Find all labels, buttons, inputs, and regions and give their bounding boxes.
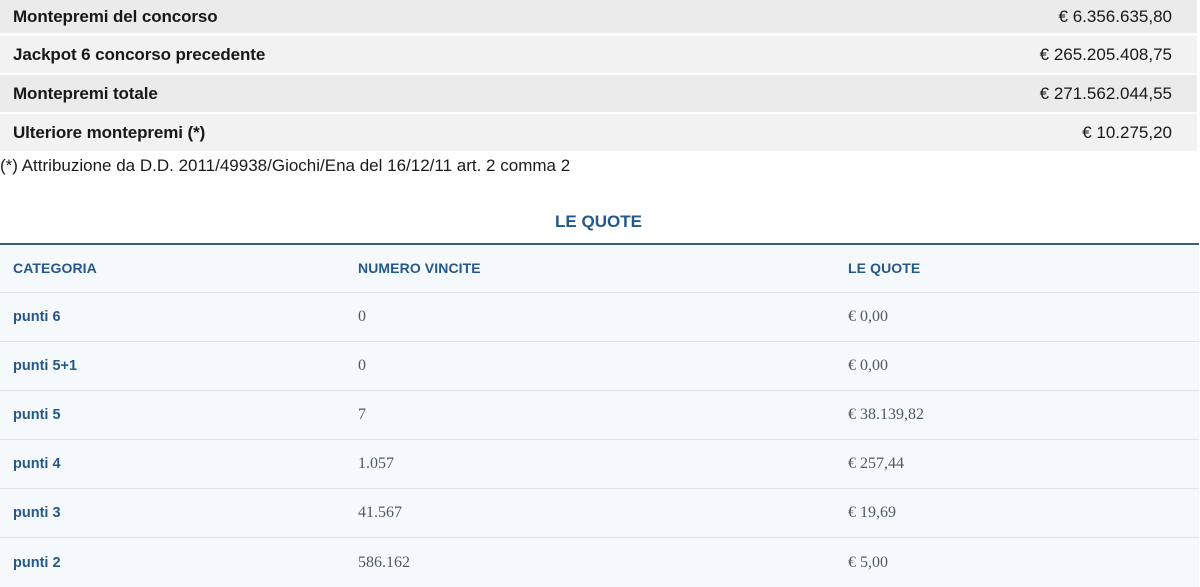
header-categoria: CATEGORIA [13,259,97,276]
quota-cell: € 19,69 [848,504,896,521]
quota-cell: € 0,00 [848,308,888,325]
quota-cell: € 257,44 [848,455,904,472]
montepremi-summary: Montepremi del concorso € 6.356.635,80 J… [0,0,1197,153]
category-cell: punti 2 [13,554,61,571]
wins-cell: 41.567 [358,504,402,521]
quote-table: CATEGORIA NUMERO VINCITE LE QUOTE punti … [0,243,1199,587]
header-numero-vincite: NUMERO VINCITE [358,259,481,276]
table-row: punti 6 0 € 0,00 [0,293,1199,342]
summary-label: Jackpot 6 concorso precedente [13,44,266,64]
quota-cell: € 5,00 [848,553,888,571]
quota-cell: € 38.139,82 [848,406,924,423]
summary-value: € 10.275,20 [1082,122,1172,142]
footnote: (*) Attribuzione da D.D. 2011/49938/Gioc… [0,156,571,175]
category-cell: punti 3 [13,505,61,521]
category-cell: punti 5+1 [13,358,78,374]
summary-row-ulteriore-montepremi: Ulteriore montepremi (*) € 10.275,20 [0,114,1197,151]
category-cell: punti 4 [13,456,61,472]
header-le-quote: LE QUOTE [848,259,921,276]
wins-cell: 7 [358,406,366,423]
wins-cell: 586.162 [358,553,410,571]
quote-section-title: LE QUOTE [555,212,642,231]
summary-row-montepremi-totale: Montepremi totale € 271.562.044,55 [0,75,1197,112]
summary-row-jackpot-precedente: Jackpot 6 concorso precedente € 265.205.… [0,36,1197,73]
summary-label: Montepremi totale [13,83,158,103]
category-cell: punti 6 [13,309,61,325]
wins-cell: 0 [358,308,366,325]
table-row: punti 5 7 € 38.139,82 [0,391,1199,440]
table-row: punti 5+1 0 € 0,00 [0,342,1199,391]
wins-cell: 1.057 [358,455,394,472]
summary-label: Ulteriore montepremi (*) [13,122,206,142]
table-row: punti 2 586.162 € 5,00 [0,538,1199,587]
summary-label: Montepremi del concorso [13,6,218,26]
summary-value: € 271.562.044,55 [1039,83,1172,103]
wins-cell: 0 [358,357,366,374]
summary-value: € 265.205.408,75 [1039,44,1172,64]
summary-value: € 6.356.635,80 [1058,6,1172,26]
table-row: punti 4 1.057 € 257,44 [0,440,1199,489]
table-header-row: CATEGORIA NUMERO VINCITE LE QUOTE [0,245,1199,293]
summary-row-montepremi-concorso: Montepremi del concorso € 6.356.635,80 [0,0,1197,33]
category-cell: punti 5 [13,407,61,423]
table-row: punti 3 41.567 € 19,69 [0,489,1199,538]
quota-cell: € 0,00 [848,357,888,374]
